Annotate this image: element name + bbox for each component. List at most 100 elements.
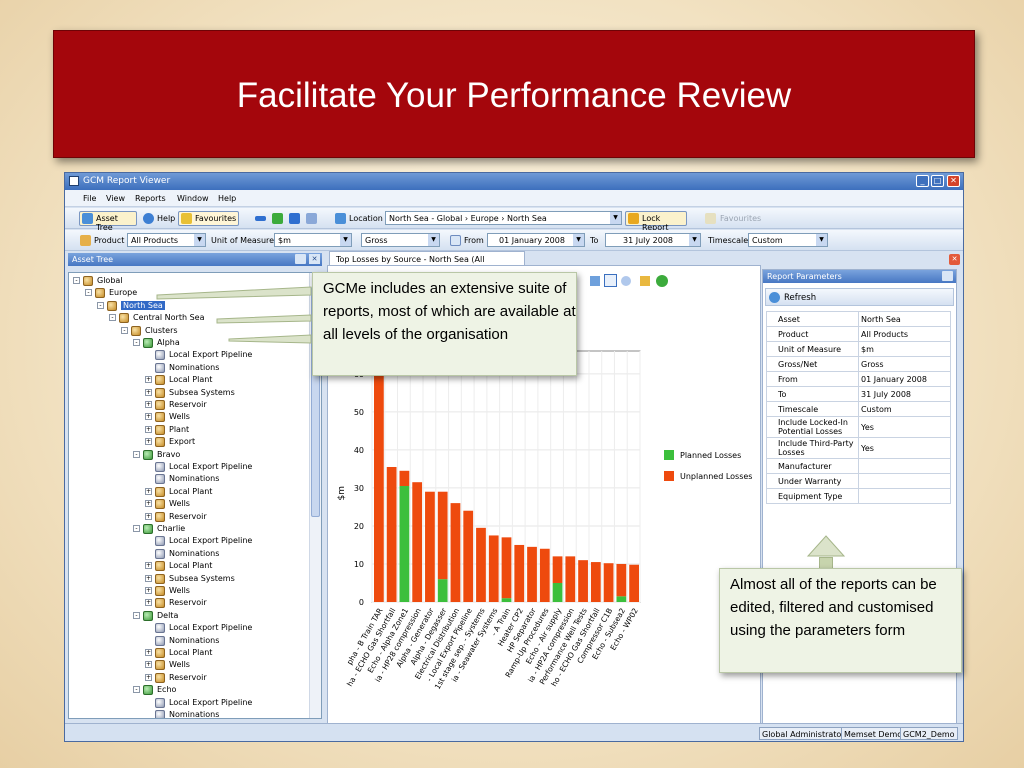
- remove-icon[interactable]: [255, 216, 266, 221]
- location-dropdown[interactable]: North Sea - Global › Europe › North Sea …: [385, 211, 622, 225]
- collapse-icon[interactable]: -: [133, 450, 140, 458]
- close-icon[interactable]: ✕: [309, 254, 320, 264]
- parameter-row[interactable]: Product All Products: [766, 326, 951, 342]
- expand-icon[interactable]: +: [145, 438, 152, 446]
- parameter-row[interactable]: Include Third-Party Losses Yes: [766, 437, 951, 459]
- menu-bar: File View Reports Window Help: [65, 190, 963, 207]
- cylinder-icon: [155, 387, 165, 398]
- timescale-dropdown[interactable]: Custom ▼: [748, 233, 828, 247]
- parameter-value[interactable]: [858, 458, 951, 474]
- parameter-value[interactable]: 31 July 2008: [858, 386, 951, 402]
- to-date-picker[interactable]: 31 July 2008 ▼: [605, 233, 701, 247]
- callout-parameters: Almost all of the reports can be edited,…: [719, 568, 962, 673]
- parameter-row[interactable]: Include Locked-In Potential Losses Yes: [766, 416, 951, 438]
- parameter-row[interactable]: Unit of Measure $m: [766, 341, 951, 357]
- parameter-row[interactable]: Equipment Type: [766, 488, 951, 504]
- parameter-row[interactable]: From 01 January 2008: [766, 371, 951, 387]
- parameter-row[interactable]: Timescale Custom: [766, 401, 951, 417]
- parameter-row[interactable]: Manufacturer: [766, 458, 951, 474]
- parameter-value[interactable]: North Sea: [858, 311, 951, 327]
- parameter-value[interactable]: [858, 488, 951, 504]
- parameter-key: To: [766, 386, 859, 402]
- expand-icon[interactable]: +: [145, 673, 152, 681]
- parameter-value[interactable]: $m: [858, 341, 951, 357]
- collapse-icon[interactable]: -: [73, 277, 80, 284]
- cylinder-icon: [155, 648, 165, 658]
- bar-unplanned: [374, 351, 384, 602]
- y-tick-label: 50: [354, 408, 364, 417]
- location-value: North Sea - Global › Europe › North Sea: [389, 214, 547, 223]
- product-dropdown[interactable]: All Products ▼: [127, 233, 206, 247]
- pipeline-icon: [155, 697, 165, 708]
- calendar-icon[interactable]: [450, 235, 461, 246]
- gross-net-dropdown[interactable]: Gross ▼: [361, 233, 440, 247]
- arrow-central-north-sea: [216, 314, 312, 324]
- parameter-value[interactable]: [858, 473, 951, 489]
- expand-icon[interactable]: +: [145, 599, 152, 607]
- refresh-button[interactable]: Refresh: [765, 288, 954, 306]
- collapse-icon[interactable]: -: [133, 611, 140, 619]
- window-titlebar[interactable]: GCM Report Viewer _ □ ✕: [65, 173, 963, 190]
- pin-icon[interactable]: [942, 271, 953, 281]
- from-date-picker[interactable]: 01 January 2008 ▼: [487, 233, 585, 247]
- asset-tree-title: Asset Tree: [72, 255, 114, 264]
- parameter-value[interactable]: All Products: [858, 326, 951, 342]
- collapse-icon[interactable]: -: [97, 301, 104, 309]
- add-icon[interactable]: [289, 213, 300, 224]
- parameter-value[interactable]: Custom: [858, 401, 951, 417]
- tree-node-label: Reservoir: [169, 598, 207, 608]
- cylinder-icon: [155, 561, 165, 572]
- menu-view[interactable]: View: [106, 194, 125, 203]
- minimize-icon[interactable]: _: [916, 175, 929, 187]
- expand-icon[interactable]: +: [145, 500, 152, 508]
- parameter-row[interactable]: Asset North Sea: [766, 311, 951, 327]
- collapse-icon[interactable]: -: [109, 314, 116, 322]
- parameter-value[interactable]: Yes: [858, 416, 951, 438]
- asset-tree-button[interactable]: Asset Tree: [79, 211, 137, 232]
- pin-icon[interactable]: [295, 254, 306, 264]
- bar-unplanned: [450, 503, 461, 602]
- maximize-icon[interactable]: □: [931, 175, 944, 187]
- menu-help[interactable]: Help: [218, 194, 236, 203]
- collapse-icon[interactable]: -: [133, 686, 140, 694]
- expand-icon[interactable]: +: [145, 562, 152, 570]
- collapse-icon[interactable]: -: [133, 525, 140, 532]
- shield-icon[interactable]: [272, 213, 283, 224]
- export-icon[interactable]: [306, 213, 317, 224]
- parameter-value[interactable]: Yes: [858, 437, 951, 459]
- favourites-button[interactable]: Favourites: [178, 211, 239, 226]
- expand-icon[interactable]: +: [145, 376, 152, 384]
- bar-unplanned: [590, 562, 601, 602]
- expand-icon[interactable]: +: [145, 425, 152, 433]
- menu-reports[interactable]: Reports: [135, 194, 166, 203]
- expand-icon[interactable]: +: [145, 587, 152, 594]
- expand-icon[interactable]: +: [145, 512, 152, 520]
- expand-icon[interactable]: +: [145, 649, 152, 656]
- parameter-value[interactable]: 01 January 2008: [858, 371, 951, 387]
- menu-file[interactable]: File: [83, 194, 96, 203]
- lock-report-button[interactable]: Lock Report: [625, 211, 687, 232]
- tab-top-losses[interactable]: Top Losses by Source - North Sea (All Pr…: [329, 251, 525, 273]
- parameter-row[interactable]: Under Warranty: [766, 473, 951, 489]
- expand-icon[interactable]: +: [145, 388, 152, 396]
- help-icon[interactable]: [143, 213, 154, 224]
- help-button[interactable]: Help: [157, 214, 175, 223]
- platform-icon: [143, 338, 153, 348]
- collapse-icon[interactable]: -: [85, 289, 92, 297]
- parameter-row[interactable]: Gross/Net Gross: [766, 356, 951, 372]
- parameter-value[interactable]: Gross: [858, 356, 951, 372]
- parameter-row[interactable]: To 31 July 2008: [766, 386, 951, 402]
- expand-icon[interactable]: +: [145, 487, 152, 495]
- expand-icon[interactable]: +: [145, 413, 152, 421]
- expand-icon[interactable]: +: [145, 401, 152, 408]
- menu-window[interactable]: Window: [177, 194, 209, 203]
- expand-icon[interactable]: +: [145, 661, 152, 669]
- cylinder-icon: [155, 486, 165, 497]
- close-tab-icon[interactable]: ✕: [949, 254, 960, 265]
- collapse-icon[interactable]: -: [133, 339, 140, 346]
- close-icon[interactable]: ✕: [947, 175, 960, 187]
- expand-icon[interactable]: +: [145, 574, 152, 582]
- callout-parameters-text: Almost all of the reports can be edited,…: [730, 576, 937, 639]
- from-label: From: [464, 236, 484, 245]
- uom-dropdown[interactable]: $m ▼: [274, 233, 352, 247]
